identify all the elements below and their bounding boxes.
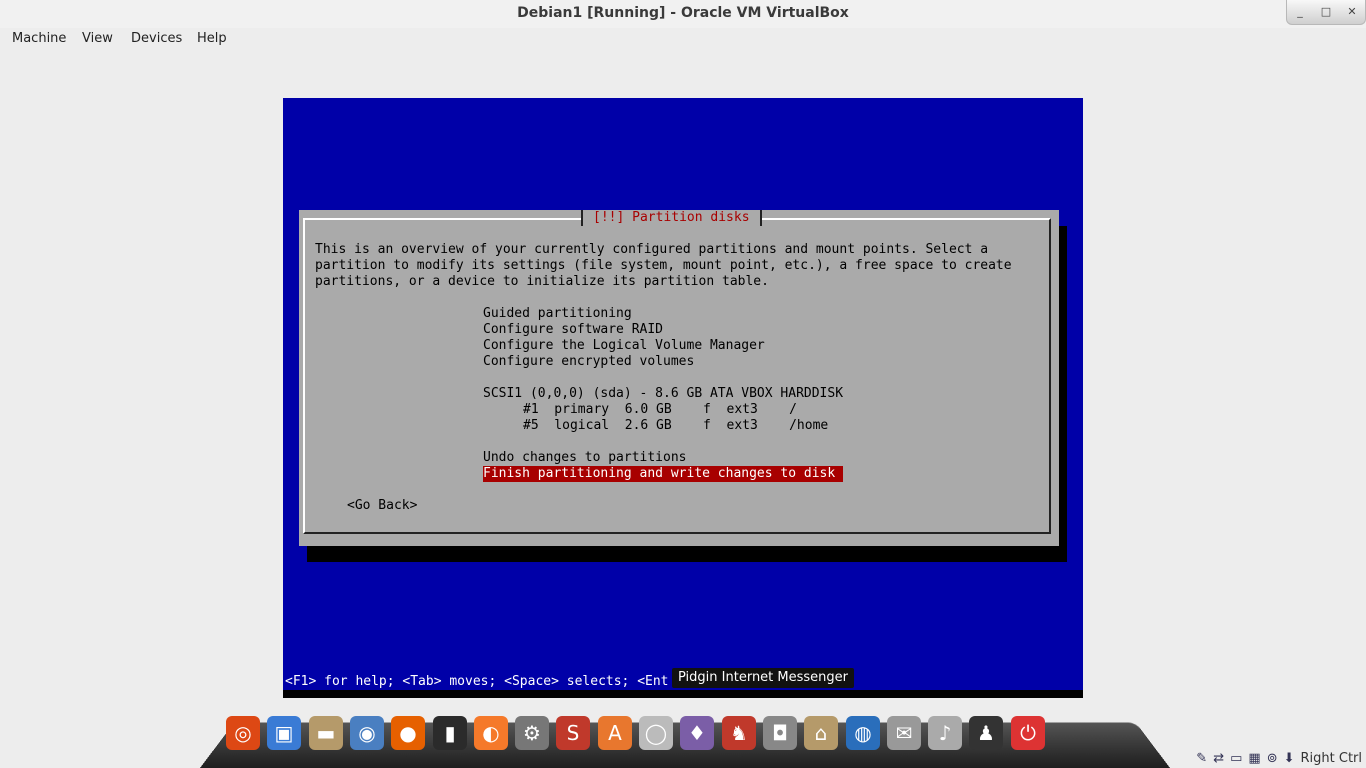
ubuntu-icon[interactable]: ◎: [226, 716, 260, 750]
menu-help[interactable]: Help: [197, 31, 227, 46]
home-folder-icon[interactable]: ⌂: [804, 716, 838, 750]
dock-tooltip: Pidgin Internet Messenger: [672, 668, 854, 688]
help-line: <F1> for help; <Tab> moves; <Space> sele…: [285, 674, 669, 689]
tux-icon[interactable]: ♟: [969, 716, 1003, 750]
window-titlebar: Debian1 [Running] - Oracle VM VirtualBox…: [0, 0, 1366, 28]
usb-icon[interactable]: ⊚: [1267, 751, 1278, 766]
camera-icon[interactable]: ◘: [763, 716, 797, 750]
partition-dialog: [!!] Partition disks This is an overview…: [299, 210, 1059, 546]
chromium-icon[interactable]: ◉: [350, 716, 384, 750]
pidgin-icon[interactable]: ♦: [680, 716, 714, 750]
mail-icon[interactable]: ✉: [887, 716, 921, 750]
intro-line-1: This is an overview of your currently co…: [315, 242, 989, 257]
partition-entry-5[interactable]: #5 logical 2.6 GB f ext3 /home: [523, 418, 828, 434]
display-icon[interactable]: ▦: [1248, 751, 1260, 766]
window-controls: _ □ ✕: [1286, 0, 1366, 25]
option-encrypted-volumes[interactable]: Configure encrypted volumes: [483, 354, 694, 370]
dialog-title: [!!] Partition disks: [581, 210, 762, 226]
firefox-icon[interactable]: ●: [391, 716, 425, 750]
menu-machine[interactable]: Machine: [12, 31, 66, 46]
go-back-button[interactable]: <Go Back>: [347, 498, 417, 514]
option-software-raid[interactable]: Configure software RAID: [483, 322, 663, 338]
volume-icon[interactable]: ♪: [928, 716, 962, 750]
option-lvm[interactable]: Configure the Logical Volume Manager: [483, 338, 765, 354]
menu-view[interactable]: View: [82, 31, 113, 46]
maximize-icon[interactable]: □: [1313, 0, 1339, 24]
option-guided-partitioning[interactable]: Guided partitioning: [483, 306, 632, 322]
close-icon[interactable]: ✕: [1339, 0, 1365, 24]
shutdown-icon[interactable]: ⏻: [1011, 716, 1045, 750]
vm-display[interactable]: [!!] Partition disks This is an overview…: [283, 98, 1083, 698]
system-tray: ✎ ⇄ ▭ ▦ ⊚ ⬇ Right Ctrl: [1196, 748, 1366, 768]
storage-icon[interactable]: ▭: [1230, 751, 1242, 766]
ssr-icon[interactable]: S: [556, 716, 590, 750]
host-key-label: Right Ctrl: [1300, 750, 1363, 766]
thunderbird-icon[interactable]: ◍: [846, 716, 880, 750]
network-icon[interactable]: ⇄: [1213, 751, 1224, 766]
folder-icon[interactable]: ▬: [309, 716, 343, 750]
option-undo-changes[interactable]: Undo changes to partitions: [483, 450, 687, 466]
partition-entry-1[interactable]: #1 primary 6.0 GB f ext3 /: [523, 402, 797, 418]
disc-icon[interactable]: ◯: [639, 716, 673, 750]
keyboard-capture-icon[interactable]: ⬇: [1284, 751, 1295, 766]
minimize-icon[interactable]: _: [1287, 0, 1313, 24]
intro-line-3: partitions, or a device to initialize it…: [315, 274, 769, 289]
edit-icon[interactable]: ✎: [1196, 751, 1207, 766]
menu-devices[interactable]: Devices: [131, 31, 182, 46]
supertux-icon[interactable]: ♞: [722, 716, 756, 750]
settings-icon[interactable]: ⚙: [515, 716, 549, 750]
system-monitor-icon[interactable]: ▣: [267, 716, 301, 750]
intro-line-2: partition to modify its settings (file s…: [315, 258, 1012, 273]
disk-entry[interactable]: SCSI1 (0,0,0) (sda) - 8.6 GB ATA VBOX HA…: [483, 386, 843, 402]
help-line-bar: [283, 690, 1083, 698]
option-finish-partitioning[interactable]: Finish partitioning and write changes to…: [483, 466, 844, 482]
window-title: Debian1 [Running] - Oracle VM VirtualBox: [517, 5, 849, 21]
terminal-icon[interactable]: ▮: [433, 716, 467, 750]
blender-icon[interactable]: ◐: [474, 716, 508, 750]
menubar: Machine View Devices Help: [0, 28, 1366, 50]
software-center-icon[interactable]: A: [598, 716, 632, 750]
